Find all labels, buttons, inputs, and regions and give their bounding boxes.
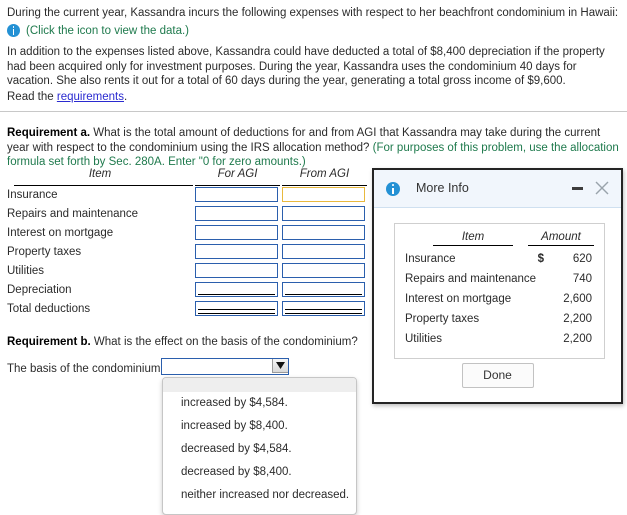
input-from-agi[interactable] [282,282,365,297]
currency-symbol: $ [537,253,544,265]
more-info-row-label: Interest on mortgage [405,293,512,305]
basis-option[interactable]: increased by $8,400. [163,415,356,438]
input-from-agi[interactable] [282,206,365,221]
more-info-row-amount: 2,600 [563,293,592,305]
column-header-item: Item [88,168,112,180]
more-info-row: Utilities 2,200 [405,330,594,350]
more-info-row-label: Insurance [405,253,456,265]
additional-info-paragraph: In addition to the expenses listed above… [7,46,605,87]
more-info-row-amount: 2,200 [563,313,592,325]
basis-option-blank[interactable] [163,378,356,392]
column-header-from-agi: From AGI [299,168,350,180]
basis-option-items: increased by $4,584. increased by $8,400.… [163,392,356,507]
table-row: Utilities [7,262,367,281]
close-icon[interactable] [594,180,610,196]
column-header-for-agi: For AGI [217,168,258,180]
input-for-agi[interactable] [195,206,278,221]
input-from-agi[interactable] [282,263,365,278]
input-for-agi[interactable] [195,282,278,297]
section-divider [0,111,627,112]
intro-statement: During the current year, Kassandra incur… [7,7,619,19]
more-info-dialog: More Info Item Amount Insurance $620 Repai… [372,168,623,404]
requirements-link[interactable]: requirements [57,91,124,103]
basis-question-label: The basis of the condominium is [7,363,172,375]
info-icon [386,182,400,196]
input-from-agi[interactable] [282,244,365,259]
view-data-hint: (Click the icon to view the data.) [26,24,189,37]
chevron-down-icon[interactable] [272,359,288,373]
more-info-title: More Info [416,181,469,195]
more-info-titlebar: More Info [374,170,621,208]
input-from-agi[interactable] [282,301,365,316]
input-from-agi[interactable] [282,187,365,202]
answer-table-body: Insurance Repairs and maintenance Interest… [7,186,367,319]
more-info-row: Property taxes 2,200 [405,310,594,330]
row-label: Interest on mortgage [7,227,114,239]
input-for-agi[interactable] [195,244,278,259]
table-row: Property taxes [7,243,367,262]
basis-option[interactable]: increased by $4,584. [163,392,356,415]
more-info-row-label: Utilities [405,333,443,345]
more-info-row: Interest on mortgage 2,600 [405,290,594,310]
more-info-row-amount: 2,200 [563,333,592,345]
requirement-a-label: Requirement a. [7,127,91,139]
deductions-answer-table: Item For AGI From AGI Insurance Repairs a… [7,168,367,319]
more-info-table-body: Insurance $620 Repairs and maintenance 740 I… [405,250,594,350]
more-info-row-label: Repairs and maintenance [405,273,537,285]
answer-table-header: Item For AGI From AGI [7,168,367,186]
table-row: Interest on mortgage [7,224,367,243]
view-data-icon-row[interactable]: (Click the icon to view the data.) [7,24,189,37]
info-icon[interactable] [7,24,20,37]
row-label: Repairs and maintenance [7,208,139,220]
basis-option[interactable]: neither increased nor decreased. [163,484,356,507]
input-for-agi[interactable] [195,187,278,202]
read-suffix: . [124,91,128,103]
row-label: Depreciation [7,284,72,296]
done-button[interactable]: Done [461,363,534,388]
more-info-expense-table: Item Amount Insurance $620 Repairs and mai… [394,223,605,359]
row-label: Total deductions [7,303,91,315]
input-for-agi[interactable] [195,301,278,316]
minimize-icon[interactable] [572,187,583,190]
row-label: Property taxes [7,246,82,258]
input-for-agi[interactable] [195,263,278,278]
requirement-b-label: Requirement b. [7,336,91,348]
table-row: Repairs and maintenance [7,205,367,224]
requirement-b-question: What is the effect on the basis of the c… [90,336,358,348]
input-for-agi[interactable] [195,225,278,240]
input-from-agi[interactable] [282,225,365,240]
row-label: Insurance [7,189,58,201]
requirement-a-text: Requirement a. What is the total amount … [7,126,619,170]
row-label: Utilities [7,265,45,277]
more-info-table-header: Item Amount [405,231,594,250]
basis-option[interactable]: decreased by $8,400. [163,461,356,484]
more-info-column-item: Item [433,231,513,246]
more-info-row-amount: 740 [572,273,592,285]
more-info-row: Repairs and maintenance 740 [405,270,594,290]
table-row: Total deductions [7,300,367,319]
read-prefix: Read the [7,91,57,103]
more-info-column-amount: Amount [528,231,594,246]
table-row: Insurance [7,186,367,205]
requirement-b-text: Requirement b. What is the effect on the… [7,335,358,349]
read-requirements-line: Read the requirements. [7,90,619,105]
more-info-row: Insurance $620 [405,250,594,270]
basis-options-list[interactable]: increased by $4,584. increased by $8,400.… [162,377,357,515]
table-row: Depreciation [7,281,367,300]
basis-select[interactable] [161,358,289,375]
more-info-row-label: Property taxes [405,313,480,325]
more-info-row-amount: 620 [572,253,592,265]
basis-option[interactable]: decreased by $4,584. [163,438,356,461]
